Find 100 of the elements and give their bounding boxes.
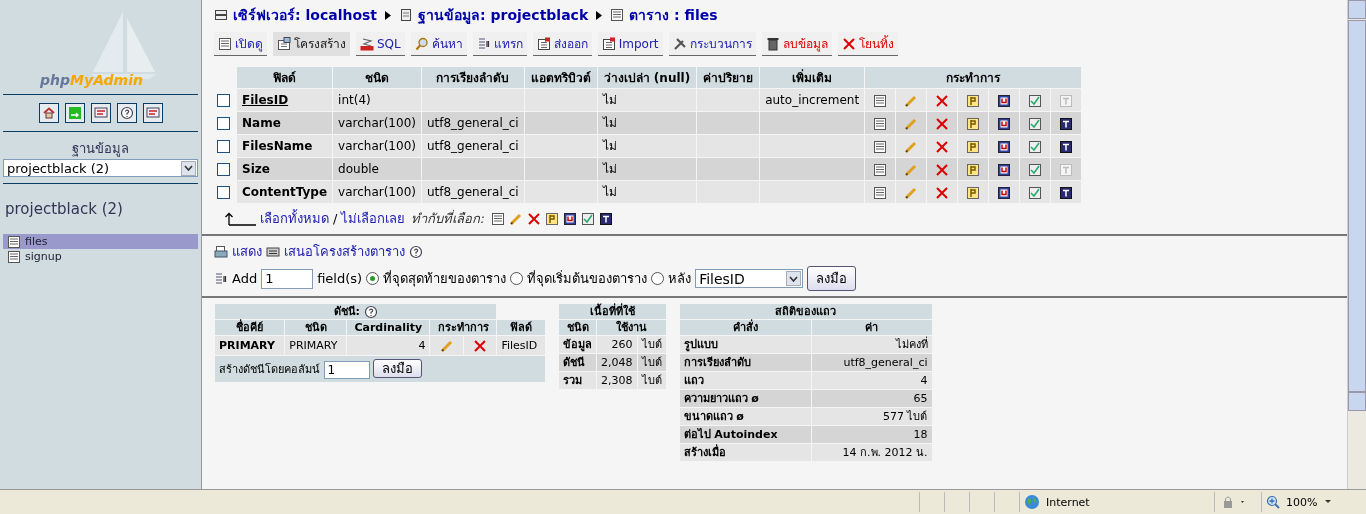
table-cell: ไบต์ [637,354,666,371]
checkbox[interactable] [217,186,230,199]
x-icon[interactable] [935,139,950,154]
table-icon [7,249,21,264]
tab[interactable]: Import [597,32,663,56]
go-button[interactable]: ลงมือ [373,359,422,378]
tab[interactable]: แทรก [472,32,527,56]
key-icon[interactable] [966,116,981,131]
unique-icon[interactable] [997,185,1012,200]
column-count-input[interactable]: 1 [323,361,370,379]
scrollbar[interactable] [1347,0,1366,489]
tab[interactable]: ค้นหา [410,32,467,56]
table-cell: ไบต์ [637,336,666,353]
table-cell: int(4) [333,89,421,111]
with-selected-label: ทำกับที่เลือก: [411,208,485,228]
help-icon[interactable] [363,305,378,319]
key-icon[interactable] [966,93,981,108]
unique-icon[interactable] [997,139,1012,154]
query-button[interactable] [90,103,111,123]
unique-icon[interactable] [997,116,1012,131]
checkbox[interactable] [217,163,230,176]
breadcrumb-link[interactable]: ตาราง : files [629,4,718,26]
action-link[interactable]: เสนอโครงสร้างตาราง [284,241,405,262]
index-icon[interactable] [580,211,595,226]
column-header: ค่าปริยาย [697,67,760,88]
help-icon[interactable] [409,244,423,259]
x-icon[interactable] [935,116,950,131]
radio-button[interactable] [366,272,380,285]
unique-icon[interactable] [562,211,577,226]
table-cell: ไม่ [597,181,697,203]
unique-icon[interactable] [997,93,1012,108]
table-icon[interactable] [873,116,888,131]
table-icon[interactable] [873,185,888,200]
column-header: เพิ่มเติม [760,67,865,88]
action-link[interactable]: แสดง [232,241,262,262]
fulltext-icon[interactable] [1059,116,1074,131]
database-link[interactable]: projectblack (2) [5,200,198,218]
field-select[interactable]: FilesID [695,269,804,288]
fulltext-icon[interactable] [598,211,613,226]
table-cell: ไม่ [597,89,697,111]
x-icon[interactable] [935,162,950,177]
table-title: ดัชนี: [215,304,497,319]
index-icon[interactable] [1028,185,1043,200]
index-icon[interactable] [1028,162,1043,177]
key-icon[interactable] [966,162,981,177]
caret-icon[interactable] [1323,499,1334,505]
table-cell: ไม่คงที่ [811,336,932,353]
index-icon[interactable] [1028,93,1043,108]
checkbox[interactable] [217,94,230,107]
index-icon[interactable] [1028,139,1043,154]
tab[interactable]: เปิดดู [214,32,267,56]
table-list-item[interactable]: files [3,234,198,249]
database-icon [399,8,414,22]
zoom-icon [1266,495,1280,509]
zoom-level[interactable]: 100% [1286,495,1318,509]
table-icon [610,8,625,22]
checkbox[interactable] [217,140,230,153]
tab[interactable]: ลบข้อมูล [761,32,832,56]
tab[interactable]: กระบวนการ [668,32,756,56]
search-icon [414,36,429,51]
export-icon [536,36,551,51]
tab[interactable]: โครงสร้าง [273,32,350,56]
table-list-item[interactable]: signup [3,249,198,264]
x-icon[interactable] [935,185,950,200]
go-button[interactable]: ลงมือ [807,266,857,291]
database-select[interactable]: projectblack (2) [3,159,198,177]
table-cell: Size [237,158,333,180]
index-icon[interactable] [1028,116,1043,131]
key-icon[interactable] [544,211,559,226]
fulltext-icon[interactable] [1059,139,1074,154]
uncheck-all-link[interactable]: ไม่เลือกเลย [341,208,406,229]
breadcrumb-link[interactable]: เซิร์ฟเวอร์: localhost [233,4,378,26]
tab[interactable]: โยนทิ้ง [837,32,898,56]
table-icon[interactable] [873,93,888,108]
x-icon[interactable] [526,211,541,226]
radio-label: ที่จุดเริ่มต้นของตาราง [527,269,648,289]
table-icon[interactable] [873,162,888,177]
field-count-input[interactable]: 1 [261,268,314,289]
unique-icon[interactable] [997,162,1012,177]
breadcrumb-link[interactable]: ฐานข้อมูล: projectblack [418,4,589,26]
table-icon[interactable] [873,139,888,154]
tab[interactable]: SQL [356,32,405,56]
x-icon[interactable] [935,93,950,108]
check-all-link[interactable]: เลือกทั้งหมด [260,208,329,229]
x-icon[interactable] [473,339,488,353]
tab[interactable]: ส่งออก [532,32,592,56]
help-button[interactable] [116,103,137,123]
key-icon[interactable] [966,139,981,154]
radio-button[interactable] [651,272,665,285]
fulltext-icon[interactable] [1059,185,1074,200]
query-button[interactable] [142,103,163,123]
radio-button[interactable] [510,272,524,285]
table-icon[interactable] [490,211,505,226]
exit-button[interactable] [64,103,85,123]
export-icon [601,36,616,51]
home-button[interactable] [38,103,59,123]
table-cell: utf8_general_ci [421,181,524,203]
column-header: ค่า [811,320,932,335]
key-icon[interactable] [966,185,981,200]
checkbox[interactable] [217,117,230,130]
